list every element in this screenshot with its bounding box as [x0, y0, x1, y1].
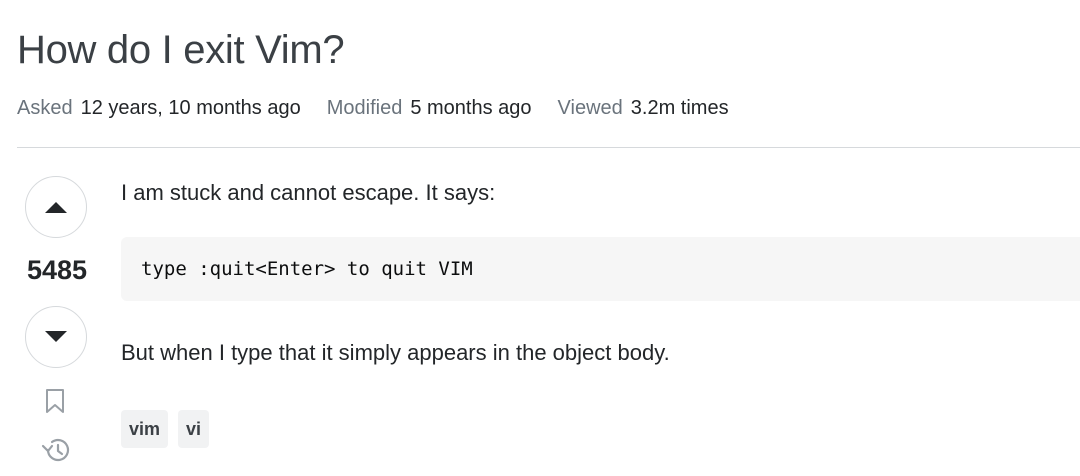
question-title[interactable]: How do I exit Vim? [17, 28, 345, 73]
modified-info: Modified 5 months ago [327, 97, 532, 120]
vote-count: 5485 [26, 255, 88, 285]
history-button[interactable] [40, 435, 72, 470]
code-block: type :quit<Enter> to quit VIM [121, 237, 1080, 301]
tag-vi[interactable]: vi [178, 410, 210, 448]
asked-label: Asked [17, 97, 73, 119]
header-divider [17, 147, 1080, 148]
viewed-info: Viewed 3.2m times [558, 97, 729, 120]
question-body-paragraph: I am stuck and cannot escape. It says: [121, 180, 496, 205]
asked-info: Asked 12 years, 10 months ago [17, 97, 301, 120]
question-meta: Asked 12 years, 10 months ago Modified 5… [17, 97, 729, 120]
question-page: How do I exit Vim? Asked 12 years, 10 mo… [0, 0, 1080, 476]
triangle-down-icon [45, 331, 67, 342]
tag-vim[interactable]: vim [121, 410, 169, 448]
asked-value: 12 years, 10 months ago [80, 97, 301, 119]
modified-value[interactable]: 5 months ago [410, 97, 531, 120]
history-icon [41, 438, 70, 462]
modified-label: Modified [326, 97, 403, 119]
viewed-label: Viewed [557, 97, 623, 119]
bookmark-icon [46, 389, 64, 413]
triangle-up-icon [45, 202, 67, 213]
downvote-button[interactable] [25, 306, 87, 368]
upvote-button[interactable] [25, 176, 87, 238]
viewed-value: 3.2m times [630, 97, 729, 119]
tag-list: vim vi [121, 410, 210, 448]
bookmark-button[interactable] [45, 388, 65, 419]
question-body-paragraph: But when I type that it simply appears i… [121, 340, 670, 365]
